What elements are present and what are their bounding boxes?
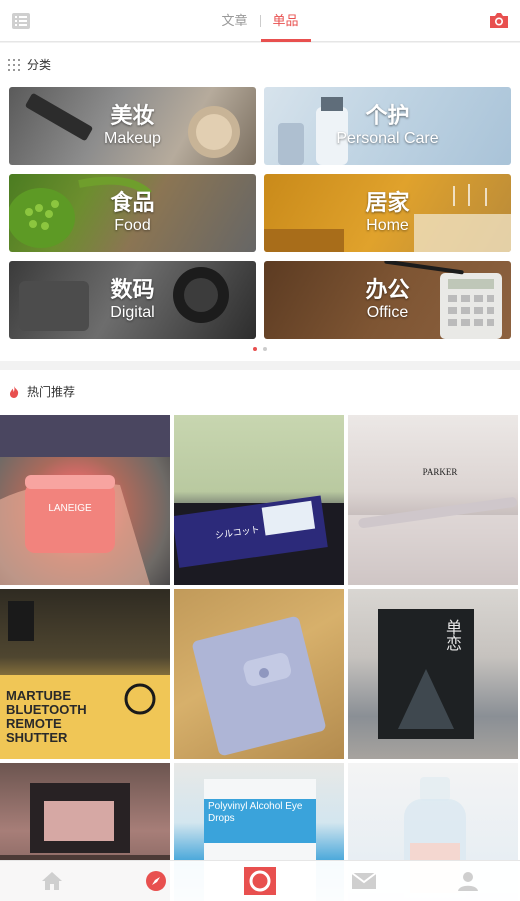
page-indicator [0,347,520,351]
category-name-en: Home [366,217,409,234]
category-name-cn: 美妆 [110,103,155,128]
grid-icon [8,58,20,71]
hot-item[interactable]: PARKER [348,415,518,585]
hot-item[interactable]: シルコット [174,415,344,585]
hot-item[interactable]: MARTUBE BLUETOOTH REMOTE SHUTTER [0,589,170,759]
hot-item[interactable]: LANEIGE [0,415,170,585]
product-photo: MARTUBE BLUETOOTH REMOTE SHUTTER [0,601,170,759]
category-title: 分类 [27,58,52,72]
category-name-cn: 数码 [110,277,155,302]
category-header: 分类 [0,43,520,86]
top-tabs: 文章 单品 [0,0,520,42]
category-name-cn: 个护 [365,103,410,128]
bottom-nav [0,860,520,901]
tab-products[interactable]: 单品 [260,0,311,42]
photo-brand-text: LANEIGE [48,503,92,514]
page-dot-active [253,347,257,351]
product-photo [192,616,326,756]
category-name-cn: 食品 [110,190,155,215]
category-tile-personal-care[interactable]: 个护 Personal Care [264,87,511,165]
flame-icon [9,385,19,398]
category-name-cn: 居家 [365,190,410,215]
category-name-en: Digital [110,304,155,321]
category-tile-office[interactable]: 办公 Office [264,261,511,339]
photo-brand-text: MARTUBE BLUETOOTH REMOTE SHUTTER [6,689,87,745]
hot-item[interactable]: 单恋 [348,589,518,759]
category-tile-home[interactable]: 居家 Home [264,174,511,252]
category-name-en: Personal Care [336,130,439,147]
photo-brand-text: 单恋 [443,619,462,651]
category-tile-digital[interactable]: 数码 Digital [9,261,256,339]
home-icon[interactable] [36,865,68,897]
category-name-en: Food [114,217,151,234]
mail-icon[interactable] [348,865,380,897]
product-photo: シルコット [174,495,344,585]
hot-title: 热门推荐 [27,385,76,399]
profile-icon[interactable] [452,865,484,897]
hot-header: 热门推荐 [0,370,520,413]
category-name-en: Office [366,304,409,321]
product-photo: 单恋 [378,609,474,739]
photo-brand-text: PARKER [423,467,458,477]
category-name-en: Makeup [104,130,161,147]
category-tile-makeup[interactable]: 美妆 Makeup [9,87,256,165]
hot-item[interactable] [174,589,344,759]
tab-articles[interactable]: 文章 [209,0,259,42]
category-grid: 美妆 Makeup 个护 Personal Care 食品 Food 居家 Ho… [9,87,511,339]
camera-icon[interactable] [488,10,510,30]
top-bar: 文章 单品 [0,0,520,42]
product-photo: LANEIGE [0,415,170,585]
record-button[interactable] [244,865,276,897]
category-tile-food[interactable]: 食品 Food [9,174,256,252]
hot-grid: LANEIGE シルコット PARKER MARTUBE BLUETOOTH R… [0,415,520,901]
hot-section: 热门推荐 LANEIGE シルコット PARKER MARTUBE BLUETO… [0,370,520,901]
photo-brand-text: Polyvinyl Alcohol Eye Drops [208,801,303,824]
compass-icon[interactable] [140,865,172,897]
page-dot [263,347,267,351]
category-section: 分类 美妆 Makeup 个护 Personal Care 食品 Food 居家… [0,43,520,361]
product-photo: PARKER [348,467,518,585]
category-name-cn: 办公 [365,277,410,302]
